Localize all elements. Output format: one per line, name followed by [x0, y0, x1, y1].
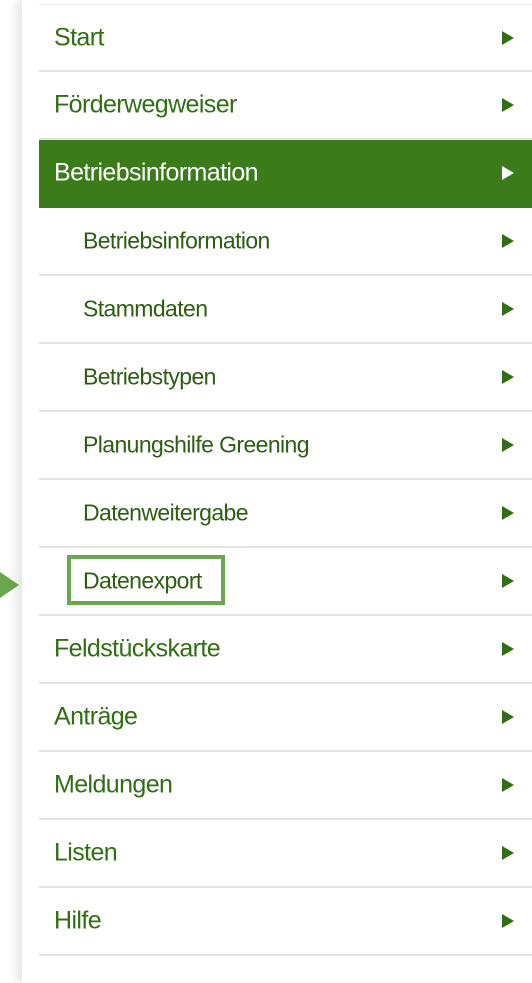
chevron-right-icon [502, 778, 514, 792]
subnav-item-planungshilfe-greening[interactable]: Planungshilfe Greening [39, 412, 532, 480]
subnav-item-stammdaten[interactable]: Stammdaten [39, 276, 532, 344]
subnav-item-datenexport[interactable]: Datenexport [39, 548, 532, 616]
nav-item-foerderwegweiser[interactable]: Förderwegweiser [39, 72, 532, 140]
nav-item-label: Listen [54, 838, 118, 867]
nav-item-label: Start [54, 23, 104, 51]
nav-item-hilfe[interactable]: Hilfe [39, 888, 532, 956]
chevron-right-icon [502, 710, 514, 724]
chevron-right-icon [502, 302, 514, 316]
chevron-right-icon [502, 914, 514, 928]
chevron-right-icon [502, 370, 514, 384]
nav-item-label: Feldstückskarte [54, 634, 221, 663]
subnav-item-betriebstypen[interactable]: Betriebstypen [39, 344, 532, 412]
pointer-arrow-icon [0, 572, 19, 598]
nav-item-antraege[interactable]: Anträge [39, 684, 532, 752]
nav-item-listen[interactable]: Listen [39, 820, 532, 888]
page: Start Förderwegweiser Betriebsinformatio… [0, 0, 532, 983]
subnav-item-datenweitergabe[interactable]: Datenweitergabe [39, 480, 532, 548]
nav-item-label: Meldungen [54, 770, 173, 799]
chevron-right-icon [502, 642, 514, 656]
chevron-right-icon [502, 234, 514, 248]
nav-item-label: Anträge [54, 702, 138, 731]
chevron-right-icon [502, 574, 514, 588]
chevron-right-icon [502, 98, 514, 112]
chevron-right-icon [502, 166, 514, 180]
chevron-right-icon [502, 846, 514, 860]
nav-item-label: Datenweitergabe [83, 499, 249, 526]
nav-item-start[interactable]: Start [39, 4, 532, 72]
subnav-item-betriebsinformation[interactable]: Betriebsinformation [39, 208, 532, 276]
nav-item-label: Betriebstypen [83, 363, 216, 390]
nav-item-label: Datenexport [83, 567, 202, 594]
chevron-right-icon [502, 438, 514, 452]
nav-item-label: Planungshilfe Greening [83, 431, 310, 458]
nav-item-label: Betriebsinformation [83, 227, 270, 254]
nav-item-meldungen[interactable]: Meldungen [39, 752, 532, 820]
nav-item-betriebsinformation[interactable]: Betriebsinformation [39, 140, 532, 208]
chevron-right-icon [502, 30, 514, 45]
chevron-right-icon [502, 506, 514, 520]
nav-item-label: Betriebsinformation [54, 158, 259, 187]
nav-item-label: Stammdaten [83, 295, 208, 322]
navigation-menu: Start Förderwegweiser Betriebsinformatio… [39, 4, 532, 956]
nav-item-label: Förderwegweiser [54, 90, 237, 119]
nav-item-label: Hilfe [54, 906, 102, 935]
nav-item-feldstueckskarte[interactable]: Feldstückskarte [39, 616, 532, 684]
